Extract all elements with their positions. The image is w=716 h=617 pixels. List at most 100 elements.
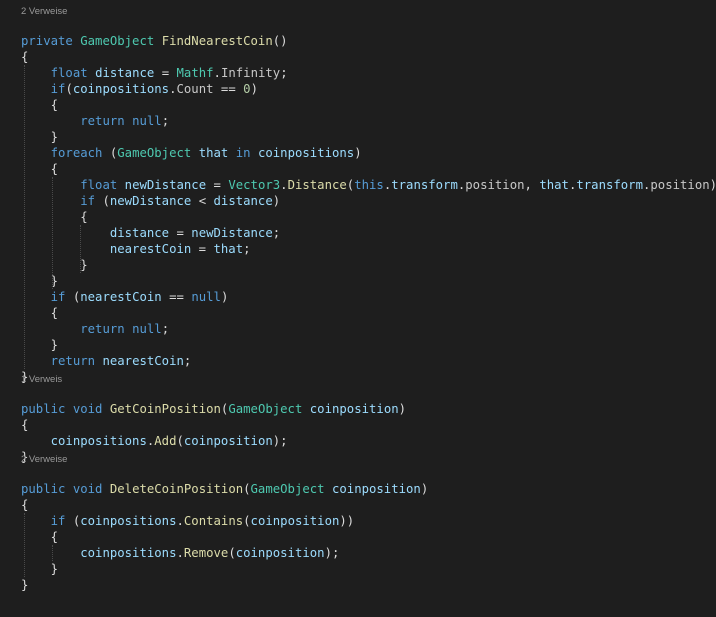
code-token: position bbox=[465, 178, 525, 192]
code-line[interactable]: if (newDistance < distance) bbox=[21, 193, 280, 209]
code-token: this bbox=[354, 178, 384, 192]
code-token: if bbox=[50, 290, 66, 304]
code-token: if bbox=[50, 514, 66, 528]
code-token: foreach bbox=[50, 146, 103, 160]
code-token: )) bbox=[339, 514, 355, 528]
code-token: nearestCoin bbox=[109, 242, 192, 256]
code-line[interactable]: { bbox=[21, 529, 58, 545]
code-token: in bbox=[235, 146, 251, 160]
code-line[interactable]: if(coinpositions.Count == 0) bbox=[21, 81, 258, 97]
code-token: distance bbox=[213, 194, 273, 208]
code-line[interactable]: public void GetCoinPosition(GameObject c… bbox=[21, 401, 406, 417]
codelens-references[interactable]: 2 Verweise bbox=[21, 6, 67, 18]
code-token: void bbox=[72, 482, 103, 496]
code-token: that bbox=[213, 242, 244, 256]
code-line[interactable]: { bbox=[21, 497, 28, 513]
code-token: } bbox=[21, 338, 59, 352]
code-token: coinposition bbox=[183, 434, 273, 448]
code-line[interactable]: } bbox=[21, 337, 58, 353]
code-line[interactable]: } bbox=[21, 561, 58, 577]
codelens-references[interactable]: 2 Verweise bbox=[21, 454, 67, 466]
indent-guide bbox=[52, 545, 53, 561]
code-token: ; bbox=[183, 354, 192, 368]
code-line[interactable]: if (nearestCoin == null) bbox=[21, 289, 229, 305]
code-token: newDistance bbox=[124, 178, 207, 192]
code-token: == bbox=[213, 82, 244, 96]
code-token: coinposition bbox=[309, 402, 399, 416]
code-token: . bbox=[169, 82, 177, 96]
code-token: = bbox=[191, 242, 214, 256]
code-editor[interactable]: private GameObject FindNearestCoin(){ fl… bbox=[0, 0, 716, 617]
code-token: ( bbox=[65, 290, 81, 304]
code-token: distance bbox=[109, 226, 170, 240]
code-line[interactable]: distance = newDistance; bbox=[21, 225, 280, 241]
code-line[interactable]: foreach (GameObject that in coinposition… bbox=[21, 145, 362, 161]
code-line[interactable]: { bbox=[21, 161, 58, 177]
code-token: Remove bbox=[183, 546, 229, 560]
code-line[interactable]: return nearestCoin; bbox=[21, 353, 192, 369]
code-line[interactable]: { bbox=[21, 417, 28, 433]
indent-guide bbox=[24, 65, 25, 369]
code-token: return bbox=[80, 114, 125, 128]
code-line[interactable]: { bbox=[21, 49, 28, 65]
code-token: null bbox=[191, 290, 221, 304]
code-line[interactable]: if (coinpositions.Contains(coinposition)… bbox=[21, 513, 355, 529]
code-line[interactable]: public void DeleteCoinPosition(GameObjec… bbox=[21, 481, 428, 497]
code-line[interactable]: coinpositions.Add(coinposition); bbox=[21, 433, 288, 449]
code-line[interactable]: } bbox=[21, 129, 58, 145]
code-token: that bbox=[539, 178, 569, 192]
code-token: FindNearestCoin bbox=[161, 34, 273, 48]
code-token: ( bbox=[65, 514, 81, 528]
code-line[interactable]: return null; bbox=[21, 321, 169, 337]
code-token: . bbox=[213, 66, 221, 80]
code-line[interactable]: { bbox=[21, 97, 58, 113]
code-line[interactable]: return null; bbox=[21, 113, 169, 129]
code-token: GameObject bbox=[80, 34, 155, 48]
code-token: Count bbox=[176, 82, 214, 96]
code-token: coinposition bbox=[250, 514, 340, 528]
code-token: GameObject bbox=[228, 402, 303, 416]
code-token: null bbox=[132, 322, 162, 336]
code-line[interactable]: float distance = Mathf.Infinity; bbox=[21, 65, 288, 81]
code-token: private bbox=[21, 34, 73, 48]
code-token: == bbox=[161, 290, 192, 304]
indent-guide bbox=[52, 177, 53, 289]
code-token: coinpositions bbox=[72, 82, 170, 96]
code-token: coinpositions bbox=[80, 514, 177, 528]
code-token: { bbox=[21, 162, 59, 176]
code-token: ; bbox=[272, 226, 281, 240]
code-token: { bbox=[21, 210, 88, 224]
code-line[interactable]: float newDistance = Vector3.Distance(thi… bbox=[21, 177, 716, 193]
code-token: ( bbox=[228, 546, 236, 560]
code-token: coinpositions bbox=[80, 546, 177, 560]
code-token: float bbox=[50, 66, 88, 80]
code-line[interactable]: { bbox=[21, 305, 58, 321]
code-line[interactable]: coinpositions.Remove(coinposition); bbox=[21, 545, 339, 561]
code-token: Add bbox=[154, 434, 177, 448]
code-token: ; bbox=[161, 114, 170, 128]
code-token: , bbox=[524, 178, 540, 192]
codelens-references[interactable]: 1 Verweis bbox=[21, 374, 62, 386]
code-token: ) bbox=[398, 402, 407, 416]
code-token: ( bbox=[176, 434, 184, 448]
code-token: ); bbox=[710, 178, 716, 192]
code-token: { bbox=[21, 418, 29, 432]
code-line[interactable]: } bbox=[21, 577, 28, 593]
code-token: transform bbox=[391, 178, 458, 192]
code-line[interactable]: { bbox=[21, 209, 88, 225]
code-token: ) bbox=[420, 482, 429, 496]
code-token: { bbox=[21, 530, 59, 544]
code-token: ( bbox=[65, 82, 73, 96]
code-token: ) bbox=[250, 82, 258, 96]
code-token: . bbox=[176, 514, 184, 528]
code-line[interactable]: nearestCoin = that; bbox=[21, 241, 251, 257]
code-line[interactable]: } bbox=[21, 257, 87, 273]
code-line[interactable]: private GameObject FindNearestCoin() bbox=[21, 33, 288, 49]
